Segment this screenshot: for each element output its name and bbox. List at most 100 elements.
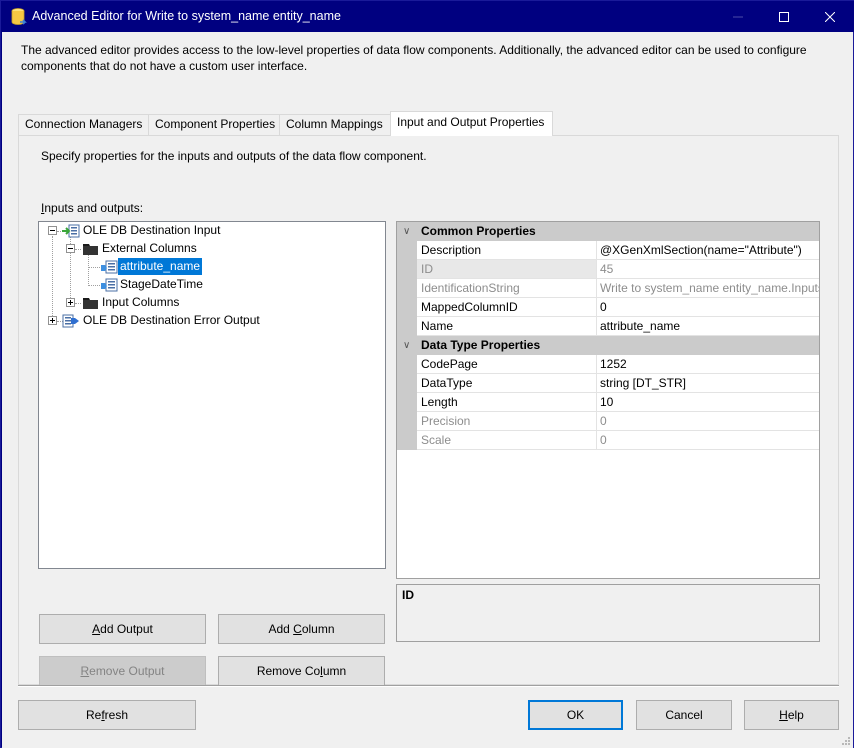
property-value[interactable]: 45 [597,260,819,279]
property-name: MappedColumnID [417,298,597,317]
folder-icon [83,244,98,255]
property-row-id[interactable]: ID 45 [397,260,819,279]
title-bar[interactable]: Advanced Editor for Write to system_name… [1,1,854,32]
resize-grip-icon[interactable] [841,736,851,746]
tree-node-label: Input Columns [102,295,180,309]
row-gutter [397,260,417,279]
property-value[interactable]: 0 [597,298,819,317]
label-text: dd Output [100,622,153,636]
row-gutter [397,241,417,260]
row-gutter [397,298,417,317]
label-text: emove Output [89,664,165,678]
property-value[interactable]: 0 [597,431,819,450]
row-gutter [397,412,417,431]
label-text: Re [85,708,102,722]
tree-node-input-columns[interactable]: Input Columns [39,294,379,312]
property-name: DataType [417,374,597,393]
window-title: Advanced Editor for Write to system_name… [32,9,341,23]
row-gutter [397,355,417,374]
collapse-toggle-icon[interactable] [66,244,75,253]
expand-toggle-icon[interactable] [48,316,57,325]
panel-description: Specify properties for the inputs and ou… [41,149,427,163]
add-output-button[interactable]: Add Output [39,614,206,644]
label-text: Add [268,622,294,636]
tree-node-destination-input[interactable]: OLE DB Destination Input [39,222,379,240]
column-icon [101,260,118,274]
property-row-scale[interactable]: Scale 0 [397,431,819,450]
tab-component-properties[interactable]: Component Properties [148,114,280,135]
tree-node-attribute-name[interactable]: attribute_name [39,258,379,276]
property-row-description[interactable]: Description @XGenXmlSection(name="Attrib… [397,241,819,260]
close-button[interactable] [807,1,853,32]
property-value[interactable]: 1252 [597,355,819,374]
folder-icon [83,298,98,309]
row-gutter [397,374,417,393]
tab-input-output-properties[interactable]: Input and Output Properties [390,111,553,136]
row-gutter [397,317,417,336]
row-gutter [397,431,417,450]
ok-button[interactable]: OK [528,700,623,730]
cancel-button[interactable]: Cancel [636,700,732,730]
output-icon [62,314,79,328]
label-text: elp [787,708,804,722]
chevron-down-icon[interactable]: ∨ [403,222,413,241]
property-value[interactable]: attribute_name [597,317,819,336]
property-value[interactable]: 10 [597,393,819,412]
footer-separator [18,685,839,687]
tree-node-stagedatetime[interactable]: StageDateTime [39,276,379,294]
property-row-mappedcolumnid[interactable]: MappedColumnID 0 [397,298,819,317]
add-column-button[interactable]: Add Column [218,614,385,644]
label-text: olumn [301,622,335,636]
mnemonic: A [92,622,101,636]
refresh-button[interactable]: Re f resh [18,700,196,730]
tab-connection-managers[interactable]: Connection Managers [18,114,149,135]
property-name: ID [417,260,597,279]
column-icon [101,278,118,292]
database-cylinder-icon [11,8,27,25]
property-name: Name [417,317,597,336]
property-row-datatype[interactable]: DataType string [DT_STR] [397,374,819,393]
tree-node-label: StageDateTime [120,277,203,291]
row-gutter [397,393,417,412]
property-value[interactable]: string [DT_STR] [597,374,819,393]
input-output-properties-panel: Specify properties for the inputs and ou… [18,135,839,686]
chevron-down-icon[interactable]: ∨ [403,336,413,355]
category-data-type-properties[interactable]: ∨ Data Type Properties [397,336,819,355]
tree-node-external-columns[interactable]: External Columns [39,240,379,258]
help-button[interactable]: Help [744,700,839,730]
remove-column-button[interactable]: Remove Co l umn [218,656,385,686]
expand-toggle-icon[interactable] [66,298,75,307]
remove-output-button[interactable]: Remove Output [39,656,206,686]
help-title: ID [402,588,414,602]
close-icon [825,11,835,22]
property-row-codepage[interactable]: CodePage 1252 [397,355,819,374]
maximize-icon [779,11,789,22]
property-row-length[interactable]: Length 10 [397,393,819,412]
property-name: Description [417,241,597,260]
collapse-toggle-icon[interactable] [48,226,57,235]
inputs-outputs-tree[interactable]: OLE DB Destination Input External Column… [38,221,386,569]
property-value[interactable]: 0 [597,412,819,431]
minimize-button[interactable] [715,1,761,32]
property-value[interactable]: @XGenXmlSection(name="Attribute") [597,241,819,260]
tree-node-label: OLE DB Destination Error Output [83,313,260,327]
advanced-editor-window: Advanced Editor for Write to system_name… [0,0,854,748]
tree-node-label: OLE DB Destination Input [83,223,221,237]
tree-node-error-output[interactable]: OLE DB Destination Error Output [39,312,379,330]
property-grid[interactable]: ∨ Common Properties Description @XGenXml… [396,221,820,579]
tree-node-label: External Columns [102,241,197,255]
inputs-outputs-label: Inputs and outputs: [41,201,143,215]
label-text: resh [104,708,129,722]
label-text: Remove Co [256,664,321,678]
category-common-properties[interactable]: ∨ Common Properties [397,222,819,241]
input-icon [62,224,80,238]
property-name: Scale [417,431,597,450]
minimize-icon [733,16,743,17]
property-row-precision[interactable]: Precision 0 [397,412,819,431]
property-row-identificationstring[interactable]: IdentificationString Write to system_nam… [397,279,819,298]
maximize-button[interactable] [761,1,807,32]
tab-column-mappings[interactable]: Column Mappings [279,114,391,135]
property-value[interactable]: Write to system_name entity_name.Inputs[… [597,279,819,298]
property-name: CodePage [417,355,597,374]
property-row-name[interactable]: Name attribute_name [397,317,819,336]
